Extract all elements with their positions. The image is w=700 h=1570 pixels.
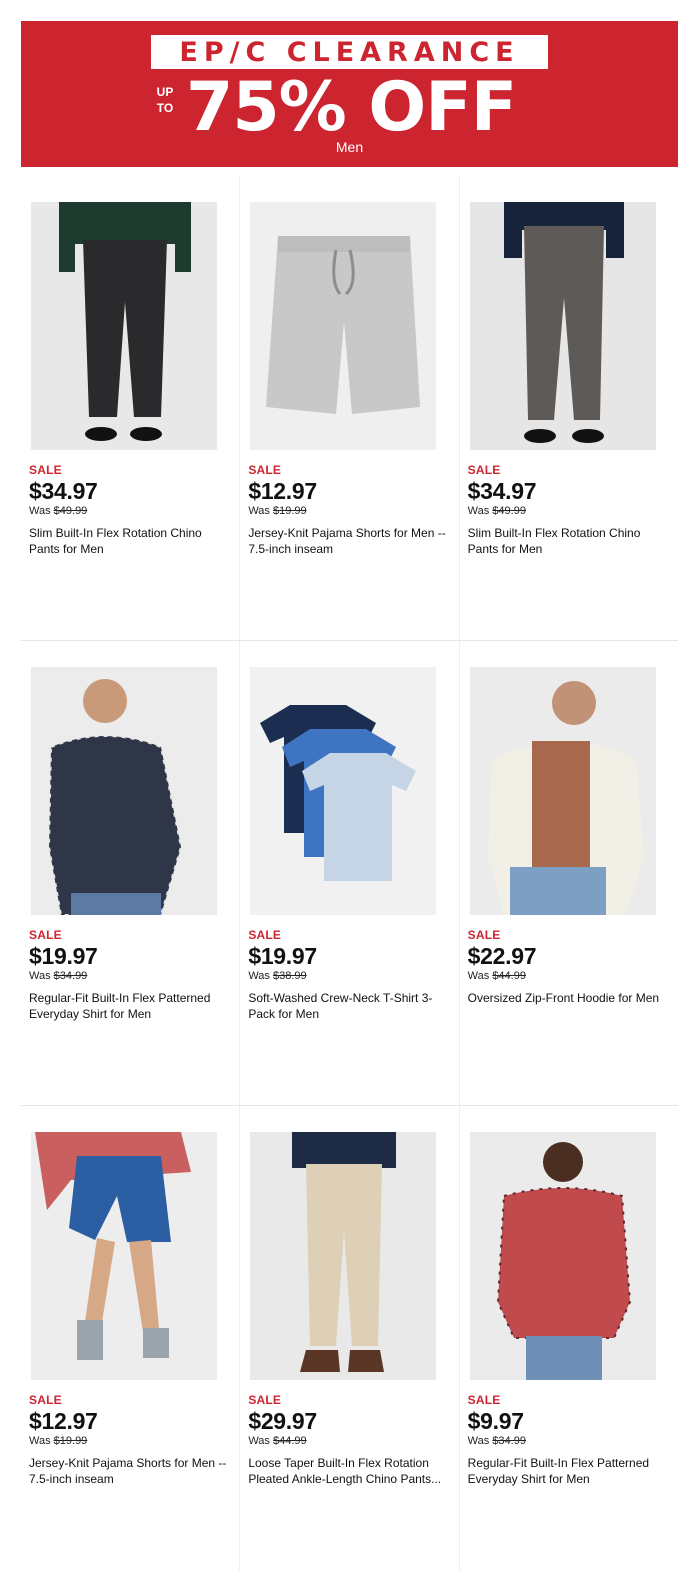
product-name[interactable]: Jersey-Knit Pajama Shorts for Men -- 7.5… [248,525,448,557]
plaid-chino-pants-icon [469,202,656,450]
product-card[interactable]: SALE $29.97 Was $44.99 Loose Taper Built… [240,1106,460,1570]
red-plaid-shirt-icon [469,1132,656,1380]
product-image[interactable] [31,202,217,450]
product-name[interactable]: Jersey-Knit Pajama Shorts for Men -- 7.5… [29,1455,229,1487]
product-card[interactable]: SALE $34.97 Was $49.99 Slim Built-In Fle… [460,176,678,640]
sale-price: $29.97 [248,1408,317,1434]
product-card[interactable]: SALE $12.97 Was $19.99 Jersey-Knit Pajam… [21,1106,241,1570]
clearance-banner[interactable]: EP/C CLEARANCE UP TO 75% OFF Men [21,21,678,167]
product-image[interactable] [250,202,437,450]
product-image[interactable] [31,1132,217,1380]
sale-price: $12.97 [248,478,317,504]
product-row: SALE $19.97 Was $34.99 Regular-Fit Built… [21,641,678,1106]
product-card[interactable]: SALE $19.97 Was $38.99 Soft-Washed Crew-… [240,641,460,1105]
sale-badge: SALE [29,928,62,942]
sale-price: $9.97 [467,1408,524,1434]
gingham-shirt-icon [31,667,217,915]
product-row: SALE $34.97 Was $49.99 Slim Built-In Fle… [21,176,678,641]
product-name[interactable]: Oversized Zip-Front Hoodie for Men [468,990,668,1006]
gray-shorts-icon [250,202,437,450]
sale-badge: SALE [29,463,62,477]
banner-up-to: UP TO [156,85,174,115]
sale-price: $34.97 [467,478,537,504]
was-price: Was $44.99 [467,970,526,982]
sale-price: $34.97 [29,478,98,504]
product-name[interactable]: Slim Built-In Flex Rotation Chino Pants … [29,525,229,557]
blue-shorts-icon [31,1132,217,1380]
product-row: SALE $12.97 Was $19.99 Jersey-Knit Pajam… [21,1106,678,1570]
product-card[interactable]: SALE $22.97 Was $44.99 Oversized Zip-Fro… [460,641,678,1105]
product-image[interactable] [250,1132,437,1380]
dark-chino-pants-icon [31,202,217,450]
product-image[interactable] [469,667,656,915]
was-price: Was $34.99 [29,970,88,982]
banner-discount: 75% OFF [186,68,517,147]
product-card[interactable]: SALE $34.97 Was $49.99 Slim Built-In Fle… [21,176,241,640]
sale-price: $12.97 [29,1408,98,1434]
was-price: Was $49.99 [29,505,88,517]
cream-hoodie-icon [469,667,656,915]
product-card[interactable]: SALE $12.97 Was $19.99 Jersey-Knit Pajam… [240,176,460,640]
product-card[interactable]: SALE $19.97 Was $34.99 Regular-Fit Built… [21,641,241,1105]
sale-badge: SALE [248,1393,282,1407]
product-image[interactable] [250,667,437,915]
sale-badge: SALE [248,928,282,942]
tshirt-pack-icon [250,667,437,915]
sale-badge: SALE [467,928,501,942]
was-price: Was $49.99 [467,505,526,517]
product-image[interactable] [31,667,217,915]
sale-badge: SALE [467,1393,501,1407]
product-name[interactable]: Regular-Fit Built-In Flex Patterned Ever… [468,1455,668,1487]
product-image[interactable] [469,202,656,450]
product-card[interactable]: SALE $9.97 Was $34.99 Regular-Fit Built-… [460,1106,678,1570]
product-name[interactable]: Regular-Fit Built-In Flex Patterned Ever… [29,990,229,1022]
was-price: Was $34.99 [467,1435,526,1447]
sale-price: $19.97 [29,943,98,969]
was-price: Was $19.99 [248,505,307,517]
banner-headline: EP/C CLEARANCE [151,35,548,69]
was-price: Was $44.99 [248,1435,307,1447]
sale-badge: SALE [467,463,501,477]
was-price: Was $38.99 [248,970,307,982]
product-name[interactable]: Loose Taper Built-In Flex Rotation Pleat… [248,1455,448,1487]
product-name[interactable]: Slim Built-In Flex Rotation Chino Pants … [468,525,668,557]
sale-price: $22.97 [467,943,537,969]
khaki-chino-pants-icon [250,1132,437,1380]
was-price: Was $19.99 [29,1435,88,1447]
sale-price: $19.97 [248,943,317,969]
banner-department: Men [335,139,364,155]
sale-badge: SALE [248,463,282,477]
sale-badge: SALE [29,1393,62,1407]
product-image[interactable] [469,1132,656,1380]
product-grid: SALE $34.97 Was $49.99 Slim Built-In Fle… [21,176,678,1570]
product-name[interactable]: Soft-Washed Crew-Neck T-Shirt 3-Pack for… [248,990,448,1022]
